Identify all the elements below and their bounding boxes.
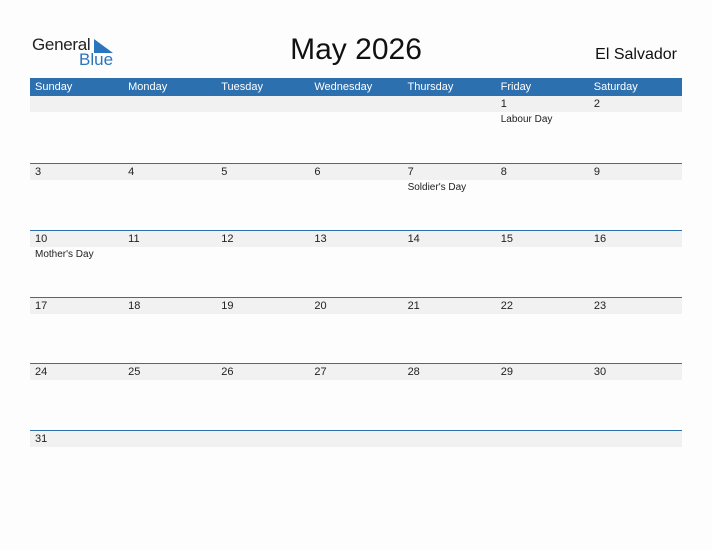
day-cell: 1 Labour Day	[496, 96, 589, 162]
holiday-label: Labour Day	[500, 114, 553, 125]
day-cell: 28	[403, 364, 496, 430]
week-row: 3 4 5 6 7 Soldier's Day 8 9	[30, 163, 682, 230]
day-cell: 3	[30, 164, 123, 230]
day-number: 8	[500, 166, 507, 178]
day-number: 4	[128, 166, 135, 178]
day-number: 15	[500, 233, 513, 245]
day-number: 7	[407, 166, 414, 178]
day-cell: 4	[123, 164, 216, 230]
day-cell: 18	[123, 298, 216, 364]
day-number: 21	[407, 300, 420, 312]
weekday-monday: Monday	[128, 81, 168, 93]
day-number: 27	[314, 366, 327, 378]
day-number: 3	[35, 166, 42, 178]
day-number: 13	[314, 233, 327, 245]
day-cell: 10 Mother's Day	[30, 231, 123, 297]
day-cell	[123, 96, 216, 162]
day-cell	[403, 96, 496, 162]
day-number: 12	[221, 233, 234, 245]
weekday-thursday: Thursday	[407, 81, 454, 93]
day-cell: 21	[403, 298, 496, 364]
day-cell	[309, 431, 402, 497]
day-cell: 27	[309, 364, 402, 430]
day-cell: 8	[496, 164, 589, 230]
day-cell: 7 Soldier's Day	[403, 164, 496, 230]
country-label: El Salvador	[595, 46, 677, 63]
day-number: 10	[35, 233, 48, 245]
day-number: 29	[500, 366, 513, 378]
day-number: 1	[500, 98, 507, 110]
day-number: 19	[221, 300, 234, 312]
day-number: 14	[407, 233, 420, 245]
day-cell: 12	[216, 231, 309, 297]
weekday-wednesday: Wednesday	[314, 81, 373, 93]
day-cell: 20	[309, 298, 402, 364]
day-cell	[216, 431, 309, 497]
week-row: 31	[30, 430, 682, 497]
day-number: 31	[35, 433, 48, 445]
day-number: 9	[593, 166, 600, 178]
weekday-saturday: Saturday	[593, 81, 638, 93]
weekday-friday: Friday	[500, 81, 532, 93]
day-cell	[403, 431, 496, 497]
day-number: 24	[35, 366, 48, 378]
holiday-label: Soldier's Day	[407, 182, 467, 193]
day-cell	[30, 96, 123, 162]
day-number: 5	[221, 166, 228, 178]
day-cell: 5	[216, 164, 309, 230]
day-cell: 22	[496, 298, 589, 364]
day-number: 16	[593, 233, 607, 245]
week-row: 24 25 26 27 28 29 30	[30, 363, 682, 430]
weekday-header: Sunday Monday Tuesday Wednesday Thursday…	[30, 78, 682, 96]
week-row: 10 Mother's Day 11 12 13 14 15 16	[30, 230, 682, 297]
holiday-label: Mother's Day	[35, 249, 94, 260]
day-cell: 29	[496, 364, 589, 430]
day-cell	[589, 431, 682, 497]
day-cell: 14	[403, 231, 496, 297]
day-number: 23	[593, 300, 607, 312]
day-number: 20	[314, 300, 327, 312]
day-cell: 13	[309, 231, 402, 297]
day-cell: 25	[123, 364, 216, 430]
week-row: 17 18 19 20 21 22 23	[30, 297, 682, 364]
day-cell: 11	[123, 231, 216, 297]
day-cell: 30	[589, 364, 682, 430]
day-cell: 16	[589, 231, 682, 297]
weekday-tuesday: Tuesday	[221, 81, 264, 93]
day-cell	[496, 431, 589, 497]
day-cell: 23	[589, 298, 682, 364]
day-number: 18	[128, 300, 141, 312]
day-cell: 19	[216, 298, 309, 364]
day-number: 17	[35, 300, 48, 312]
week-row: 1 Labour Day 2	[30, 96, 682, 163]
day-cell: 2	[589, 96, 682, 162]
weekday-sunday: Sunday	[35, 81, 73, 93]
day-cell: 17	[30, 298, 123, 364]
day-cell	[309, 96, 402, 162]
day-cell	[123, 431, 216, 497]
day-cell: 9	[589, 164, 682, 230]
day-number: 22	[500, 300, 513, 312]
day-number: 26	[221, 366, 234, 378]
day-number: 2	[593, 98, 600, 110]
day-cell: 6	[309, 164, 402, 230]
day-cell: 26	[216, 364, 309, 430]
day-cell	[216, 96, 309, 162]
day-number: 30	[593, 366, 607, 378]
day-cell: 24	[30, 364, 123, 430]
day-number: 11	[128, 233, 140, 245]
day-number: 28	[407, 366, 420, 378]
day-number: 25	[128, 366, 141, 378]
day-number: 6	[314, 166, 321, 178]
day-cell: 31	[30, 431, 123, 497]
day-cell: 15	[496, 231, 589, 297]
